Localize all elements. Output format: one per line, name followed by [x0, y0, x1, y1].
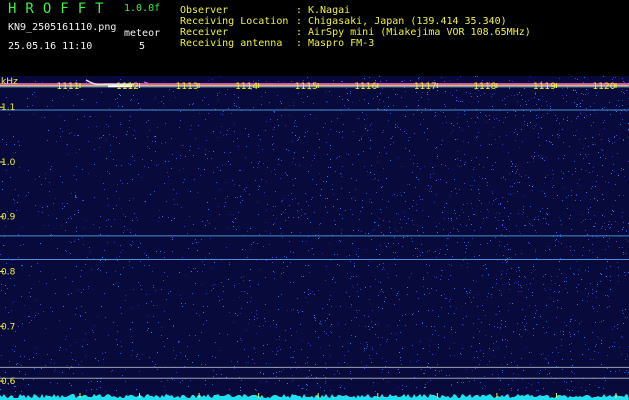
noise-speckle — [0, 78, 629, 391]
meteor-count: 5 — [139, 41, 146, 52]
axis-unit-label: kHz — [1, 77, 18, 87]
y-tick-label: 0.7 — [1, 322, 15, 332]
noise-speckle — [1, 76, 629, 392]
receiver-label: Receiver — [180, 27, 229, 38]
y-tick-label: 1.1 — [1, 103, 15, 113]
time-marker-label: 1112 — [116, 82, 139, 92]
meteor-label: meteor — [124, 28, 161, 39]
y-tick-label: 0.6 — [1, 377, 16, 387]
spectrogram-canvas: 1.1 1.0 0.9 0.8 0.7 0.6 1111 1112 1113 1114 1115 11… — [0, 76, 629, 400]
noise-speckle — [0, 76, 629, 392]
time-marker-label: 1114 — [235, 82, 258, 92]
meteor-echo-trace — [143, 81, 149, 84]
spectrogram-plot: 1.1 1.0 0.9 0.8 0.7 0.6 1111 1112 1113 1114 1115 11… — [0, 76, 629, 400]
time-marker-label: 1116 — [354, 82, 377, 92]
noise-speckle — [0, 76, 626, 391]
signal-lines — [0, 79, 629, 400]
antenna-label: Receiving antenna — [180, 38, 283, 49]
axis-marks: 1.1 1.0 0.9 0.8 0.7 0.6 1111 1112 1113 1114 1115 11… — [0, 82, 617, 398]
time-marker-label: 1113 — [176, 82, 199, 92]
time-marker-label: 1115 — [295, 82, 318, 92]
observer-value: K.Nagai — [308, 5, 351, 16]
time-marker-label: 1119 — [533, 82, 556, 92]
file-name: KN9_2505161110.png — [8, 22, 117, 33]
location-value: Chigasaki, Japan (139.414 35.340) — [308, 16, 507, 27]
info-separator: : — [296, 38, 303, 49]
noise-speckle — [1, 77, 629, 390]
y-tick-label: 1.0 — [1, 158, 16, 168]
time-marker-label: 1111 — [57, 82, 80, 92]
info-separator: : — [296, 16, 303, 27]
info-separator: : — [296, 27, 303, 38]
location-label: Receiving Location — [180, 16, 289, 27]
y-tick-label: 0.9 — [1, 213, 16, 223]
time-marker-label: 1120 — [593, 82, 616, 92]
noise-speckle — [1, 77, 629, 391]
noise-floor — [0, 394, 629, 400]
y-tick-label: 0.8 — [1, 268, 16, 278]
version-label: 1.0.0f — [124, 3, 161, 14]
observer-label: Observer — [180, 5, 229, 16]
info-separator: : — [296, 5, 303, 16]
antenna-value: Maspro FM-3 — [308, 38, 375, 49]
noise-layer — [0, 76, 629, 392]
app-title: HROFFT — [8, 1, 113, 17]
time-marker-label: 1117 — [414, 82, 437, 92]
time-marker-label: 1118 — [473, 82, 496, 92]
date-time: 25.05.16 11:10 — [8, 41, 93, 52]
receiver-value: AirSpy mini (Miakejima VOR 108.65MHz) — [308, 27, 531, 38]
